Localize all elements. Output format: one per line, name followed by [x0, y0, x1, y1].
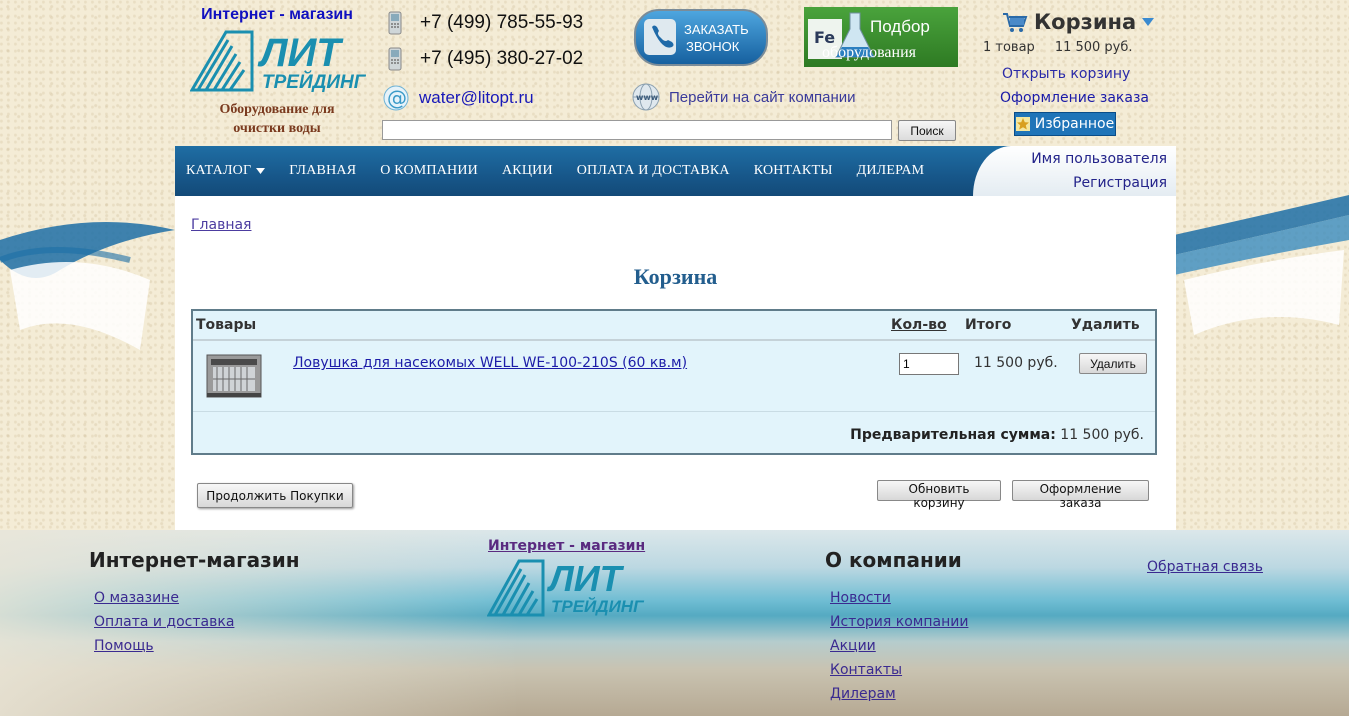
nav-item-payment-delivery[interactable]: ОПЛАТА И ДОСТАВКА [577, 163, 730, 179]
company-site-text: Перейти на сайт компании [669, 88, 856, 106]
register-link[interactable]: Регистрация [1073, 175, 1167, 191]
footer-link-news[interactable]: Новости [830, 590, 891, 606]
logo-top-text: Интернет - магазин [201, 6, 353, 23]
decorative-swoosh-right [1174, 195, 1349, 335]
globe-icon: www [632, 83, 660, 111]
company-site-link[interactable]: www Перейти на сайт компании [631, 82, 856, 112]
call-button-line1: ЗАКАЗАТЬ [684, 22, 749, 37]
globe-icon-label: www [636, 93, 659, 102]
cart-item-count: 1 товар [983, 40, 1035, 55]
call-button-line2: ЗВОНОК [686, 39, 740, 54]
main-content: Главная Корзина Товары Кол-во Итого Удал… [175, 196, 1176, 532]
table-row: Ловушка для насекомых WELL WE-100-210S (… [193, 341, 1155, 412]
cart-summary: 1 товар 11 500 руб. [983, 40, 1133, 55]
nav-item-promotions[interactable]: АКЦИИ [502, 163, 553, 179]
shopping-cart-icon [1003, 13, 1028, 32]
product-image[interactable] [205, 351, 263, 401]
footer-link-payment[interactable]: Оплата и доставка [94, 614, 234, 630]
breadcrumb-home[interactable]: Главная [191, 217, 251, 233]
column-total: Итого [965, 317, 1012, 333]
favorites-button[interactable]: Избранное [1014, 112, 1116, 136]
tagline-line-1: Оборудование для [219, 102, 335, 117]
footer-link-feedback[interactable]: Обратная связь [1147, 559, 1263, 575]
checkout-button[interactable]: Оформление заказа [1012, 480, 1149, 510]
favorites-label: Избранное [1034, 116, 1115, 132]
caret-down-icon [256, 168, 266, 174]
equipment-selection-button[interactable]: Fe Подбор оборудования [804, 7, 958, 67]
cart-widget-header[interactable]: Корзина [1002, 10, 1155, 34]
svg-text:@: @ [387, 86, 407, 110]
footer-logo-sub-text: ТРЕЙДИНГ [551, 596, 645, 616]
footer-logo-top-text[interactable]: Интернет - магазин [488, 538, 645, 554]
nav-item-home[interactable]: ГЛАВНАЯ [289, 163, 356, 179]
cart-widget-title: Корзина [1034, 10, 1137, 34]
star-icon [1015, 117, 1030, 131]
subtotal: Предварительная сумма: 11 500 руб. [850, 427, 1144, 443]
email-link[interactable]: @ water@litopt.ru [382, 84, 534, 112]
nav-label: КАТАЛОГ [186, 163, 252, 178]
footer-shop-heading: Интернет-магазин [89, 548, 300, 572]
delete-item-button[interactable]: Удалить [1079, 353, 1147, 374]
logo-tagline: Оборудование для очистки воды [188, 100, 366, 138]
tagline-line-2: очистки воды [233, 121, 321, 136]
footer-link-dealers[interactable]: Дилерам [830, 686, 896, 702]
footer-logo-icon[interactable]: ЛИТ ТРЕЙДИНГ [487, 557, 649, 617]
continue-shopping-button[interactable]: Продолжить Покупки [197, 483, 353, 508]
username-link[interactable]: Имя пользователя [1031, 151, 1167, 167]
nav-item-catalog[interactable]: КАТАЛОГ [186, 163, 266, 179]
email-text: water@litopt.ru [419, 88, 534, 107]
subtotal-label: Предварительная сумма: [850, 427, 1056, 443]
column-delete: Удалить [1071, 317, 1140, 333]
logo-main-text: ЛИТ [257, 31, 344, 75]
chevron-down-icon[interactable] [1142, 18, 1155, 26]
checkout-link[interactable]: Оформление заказа [1000, 90, 1149, 106]
open-cart-link[interactable]: Открыть корзину [1002, 66, 1130, 82]
column-products: Товары [196, 317, 257, 333]
subtotal-value: 11 500 руб. [1060, 427, 1144, 443]
cart-table: Товары Кол-во Итого Удалить Ловушка для … [191, 309, 1157, 455]
logo-icon: ЛИТ ТРЕЙДИНГ [190, 30, 366, 92]
select-button-line1: Подбор [870, 17, 930, 36]
main-navigation: КАТАЛОГ ГЛАВНАЯ О КОМПАНИИ АКЦИИ ОПЛАТА … [175, 146, 1176, 196]
logo-sub-text: ТРЕЙДИНГ [262, 71, 366, 92]
row-price: 11 500 руб. [974, 355, 1058, 371]
select-button-line2: оборудования [822, 44, 917, 61]
column-qty[interactable]: Кол-во [891, 317, 947, 333]
footer-link-about-shop[interactable]: О мазазине [94, 590, 179, 606]
phone-2[interactable]: +7 (495) 380-27-02 [388, 47, 583, 71]
nav-item-contacts[interactable]: КОНТАКТЫ [754, 163, 833, 179]
footer-link-promotions[interactable]: Акции [830, 638, 876, 654]
nav-item-dealers[interactable]: ДИЛЕРАМ [857, 163, 925, 179]
nav-item-about[interactable]: О КОМПАНИИ [380, 163, 478, 179]
quantity-input[interactable] [899, 353, 959, 375]
footer-link-help[interactable]: Помощь [94, 638, 154, 654]
order-call-button[interactable]: ЗАКАЗАТЬ ЗВОНОК [634, 9, 768, 66]
footer-logo-main-text: ЛИТ [546, 558, 625, 599]
site-logo[interactable]: Интернет - магазин ЛИТ ТРЕЙДИНГ Оборудов… [188, 6, 366, 138]
phone-2-text: +7 (495) 380-27-02 [420, 48, 584, 69]
page-title: Корзина [633, 264, 718, 289]
cart-total: 11 500 руб. [1054, 40, 1133, 55]
phone-1-text: +7 (499) 785-55-93 [420, 12, 584, 33]
product-link[interactable]: Ловушка для насекомых WELL WE-100-210S (… [293, 355, 687, 371]
search-input[interactable] [382, 120, 892, 140]
footer-company-heading: О компании [825, 548, 962, 572]
mobile-phone-icon [388, 47, 402, 71]
user-box: Имя пользователя Регистрация [973, 146, 1176, 196]
mobile-phone-icon [388, 11, 402, 35]
cart-table-header: Товары Кол-во Итого Удалить [193, 311, 1155, 341]
search-button[interactable]: Поиск [898, 120, 956, 141]
footer-link-contacts[interactable]: Контакты [830, 662, 902, 678]
at-sign-icon: @ [383, 85, 409, 111]
decorative-swoosh-left [0, 222, 175, 350]
footer-link-history[interactable]: История компании [830, 614, 968, 630]
phone-1[interactable]: +7 (499) 785-55-93 [388, 11, 583, 35]
update-cart-button[interactable]: Обновить корзину [877, 480, 1001, 510]
